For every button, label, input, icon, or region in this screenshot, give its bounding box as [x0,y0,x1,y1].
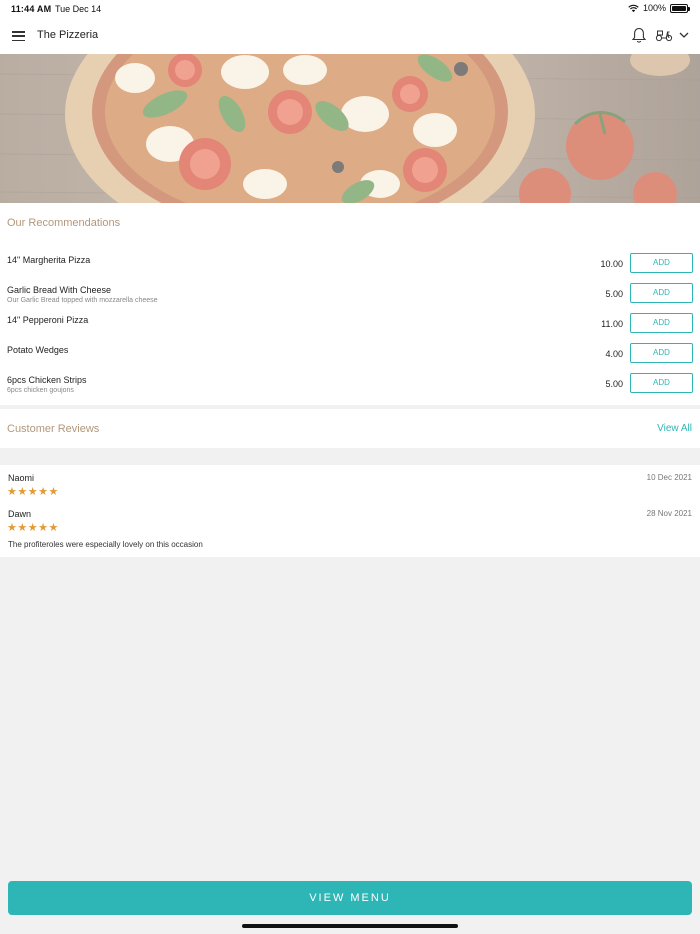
item-name: 14" Margherita Pizza [7,255,91,265]
hero-image [0,54,700,203]
bell-icon[interactable] [631,27,647,44]
status-bar: 11:44 AM Tue Dec 14 100% [0,0,700,18]
reviews-list: Naomi 10 Dec 2021 ★★★★★ Dawn 28 Nov 2021… [0,465,700,557]
item-price: 5.00 [605,379,623,389]
add-button[interactable]: ADD [630,253,693,273]
menu-icon[interactable] [12,31,25,42]
view-menu-button[interactable]: VIEW MENU [8,881,692,915]
star-rating: ★★★★★ [7,522,59,534]
review-date: 28 Nov 2021 [646,509,692,518]
status-indicators: 100% [628,3,690,13]
item-name: 6pcs Chicken Strips [7,375,87,385]
add-button[interactable]: ADD [630,283,693,303]
menu-item-row: 14" Pepperoni Pizza 11.00 ADD [0,313,700,343]
section-title-recommendations: Our Recommendations [7,217,121,229]
item-price: 11.00 [601,319,623,329]
status-time: 11:44 AM [11,4,52,14]
menu-item-row: 14" Margherita Pizza 10.00 ADD [0,253,700,283]
recommendations-section: Our Recommendations 14" Margherita Pizza… [0,203,700,405]
page-title: The Pizzeria [37,29,99,41]
add-button[interactable]: ADD [630,343,693,363]
home-indicator [242,924,458,928]
item-description: Our Garlic Bread topped with mozzarella … [7,297,158,304]
reviewer-name: Dawn [8,509,32,519]
item-name: Garlic Bread With Cheese [7,285,112,295]
item-price: 4.00 [605,349,623,359]
menu-item-row: 6pcs Chicken Strips 6pcs chicken goujons… [0,373,700,403]
add-button[interactable]: ADD [630,313,693,333]
battery-level [672,5,686,11]
hero-fade-overlay [0,54,700,203]
scooter-icon[interactable] [655,28,673,42]
view-all-link[interactable]: View All [657,423,692,434]
wifi-icon [628,4,639,12]
review-text: The profiteroles were especially lovely … [8,540,203,549]
item-name: Potato Wedges [7,345,69,355]
battery-icon [670,3,690,13]
item-description: 6pcs chicken goujons [7,387,74,394]
status-date: Tue Dec 14 [55,4,102,14]
chevron-down-icon[interactable] [678,30,690,40]
battery-percent: 100% [642,3,666,13]
item-name: 14" Pepperoni Pizza [7,315,89,325]
menu-item-row: Garlic Bread With Cheese Our Garlic Brea… [0,283,700,313]
add-button[interactable]: ADD [630,373,693,393]
item-price: 10.00 [600,259,623,269]
section-title-reviews: Customer Reviews [7,423,100,435]
item-price: 5.00 [605,289,623,299]
star-rating: ★★★★★ [7,486,59,498]
reviewer-name: Naomi [8,473,35,483]
menu-item-row: Potato Wedges 4.00 ADD [0,343,700,373]
reviews-header: Customer Reviews View All [0,409,700,448]
review-date: 10 Dec 2021 [646,473,692,482]
top-nav-bar: The Pizzeria [0,18,700,54]
